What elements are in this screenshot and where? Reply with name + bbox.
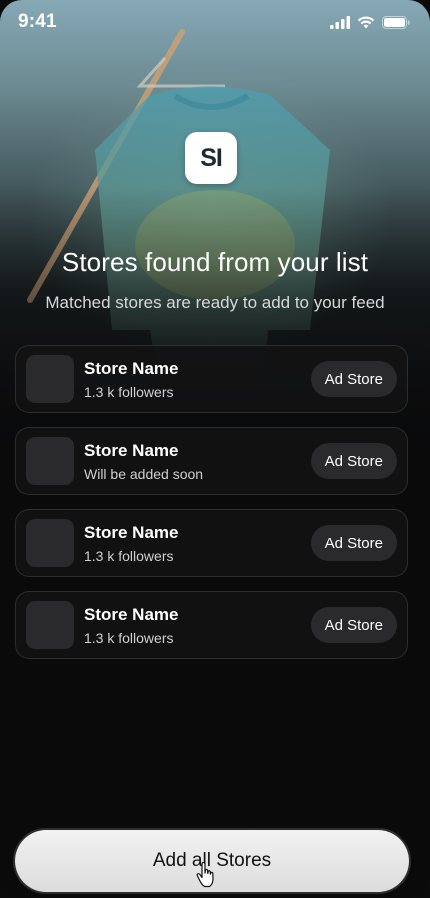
store-name: Store Name: [84, 522, 179, 542]
store-info: Store Name 1.3 k followers: [84, 359, 311, 400]
store-avatar: [26, 519, 74, 567]
store-name: Store Name: [84, 358, 179, 378]
store-info: Store Name 1.3 k followers: [84, 605, 311, 646]
page-subtitle: Matched stores are ready to add to your …: [45, 293, 385, 312]
add-store-button[interactable]: Ad Store: [310, 525, 397, 561]
hand-cursor-icon: [196, 862, 214, 888]
store-status: Will be added soon: [84, 465, 204, 482]
store-info: Store Name Will be added soon: [84, 441, 311, 482]
store-card: Store Name 1.3 k followers Ad Store: [15, 509, 408, 577]
app-screen: 9:41 SI Stores found from your list Matc…: [0, 0, 430, 898]
store-avatar: [26, 355, 74, 403]
status-bar: 9:41: [0, 0, 430, 44]
store-card: Store Name 1.3 k followers Ad Store: [15, 345, 408, 413]
store-followers: 1.3 k followers: [84, 629, 174, 646]
store-list: Store Name 1.3 k followers Ad Store Stor…: [15, 345, 408, 659]
store-name: Store Name: [84, 604, 179, 624]
store-name: Store Name: [84, 440, 179, 460]
add-store-button[interactable]: Ad Store: [310, 607, 397, 643]
wifi-icon: [357, 16, 375, 28]
store-avatar: [26, 601, 74, 649]
store-avatar: [26, 437, 74, 485]
status-time: 9:41: [18, 11, 57, 32]
battery-icon: [382, 15, 410, 29]
store-card: Store Name 1.3 k followers Ad Store: [15, 591, 408, 659]
add-store-button[interactable]: Ad Store: [310, 443, 397, 479]
add-store-button[interactable]: Ad Store: [310, 361, 397, 397]
page-title: Stores found from your list: [61, 247, 369, 277]
store-info: Store Name 1.3 k followers: [84, 523, 311, 564]
status-icons: [330, 15, 410, 29]
store-card: Store Name Will be added soon Ad Store: [15, 427, 408, 495]
signal-icon: [330, 15, 350, 29]
store-followers: 1.3 k followers: [84, 547, 174, 564]
store-followers: 1.3 k followers: [84, 383, 174, 400]
app-logo: SI: [185, 132, 237, 184]
